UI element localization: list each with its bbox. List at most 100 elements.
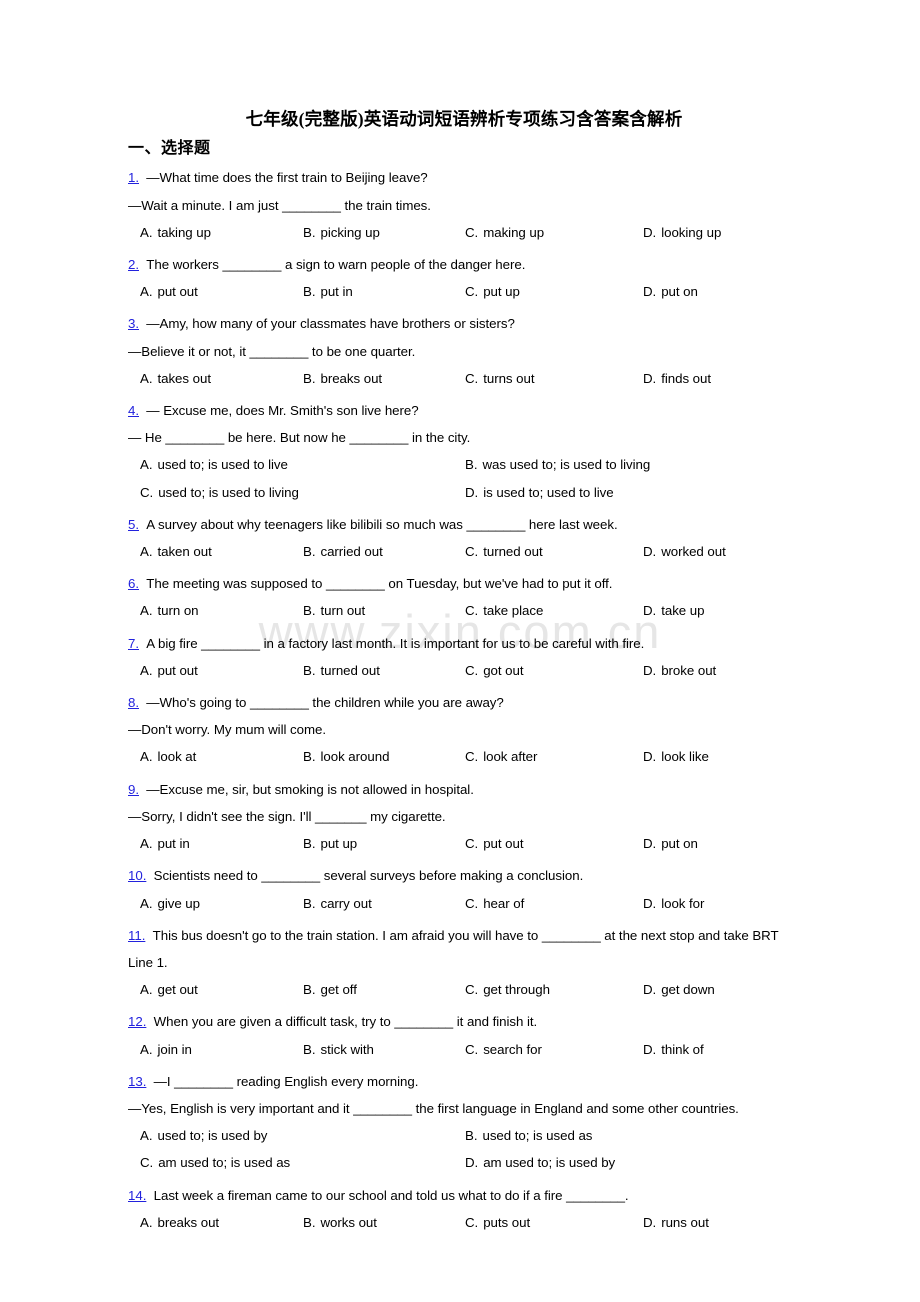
answer-option[interactable]: D. finds out [643,365,812,392]
answer-option[interactable]: B. put in [303,278,465,305]
option-letter: C. [465,982,479,998]
answer-option[interactable]: B. was used to; is used to living [465,451,805,478]
option-letter: B. [303,749,316,765]
answer-option[interactable]: A. used to; is used by [128,1122,465,1149]
option-text: look around [320,749,390,765]
answer-option[interactable]: A. put out [128,657,303,684]
option-text: turn out [320,603,366,619]
answer-option[interactable]: C. making up [465,219,643,246]
option-letter: A. [140,603,153,619]
answer-option[interactable]: A. takes out [128,365,303,392]
option-text: put out [157,284,198,300]
option-text: taking up [157,224,211,240]
answer-option[interactable]: B. stick with [303,1036,465,1063]
answer-option[interactable]: C. hear of [465,890,643,917]
answer-option[interactable]: A. turn on [128,597,303,624]
answer-option[interactable]: D. broke out [643,657,812,684]
question-item: 7. A big fire ________ in a factory last… [128,630,800,684]
option-letter: D. [643,1041,657,1057]
answer-option[interactable]: B. breaks out [303,365,465,392]
answer-option[interactable]: A. taking up [128,219,303,246]
answer-option[interactable]: A. used to; is used to live [128,451,465,478]
question-item: 9. —Excuse me, sir, but smoking is not a… [128,776,800,858]
answer-option[interactable]: D. think of [643,1036,812,1063]
answer-option[interactable]: D. worked out [643,538,812,565]
question-item: 12. When you are given a difficult task,… [128,1008,800,1062]
answer-option[interactable]: B. works out [303,1209,465,1236]
answer-option[interactable]: D. take up [643,597,812,624]
question-number: 2. [128,257,139,273]
answer-option[interactable]: D. looking up [643,219,812,246]
answer-option[interactable]: C. turns out [465,365,643,392]
option-text: put on [661,836,698,852]
answer-option[interactable]: D. put on [643,830,812,857]
answer-option[interactable]: A. put out [128,278,303,305]
answer-option[interactable]: C. look after [465,743,643,770]
option-letter: C. [465,749,479,765]
option-text: turned out [320,662,380,678]
option-text: get through [483,982,550,998]
option-text: takes out [157,370,211,386]
question-stem: —Who's going to ________ the children wh… [146,695,504,711]
answer-option[interactable]: A. taken out [128,538,303,565]
answer-option[interactable]: C. am used to; is used as [128,1149,465,1176]
answer-option[interactable]: C. put out [465,830,643,857]
option-text: runs out [661,1214,709,1230]
answer-option[interactable]: D. look like [643,743,812,770]
option-text: breaks out [157,1214,220,1230]
question-number: 13. [128,1073,147,1089]
answer-option[interactable]: A. get out [128,976,303,1003]
answer-option[interactable]: B. turn out [303,597,465,624]
answer-option[interactable]: C. put up [465,278,643,305]
question-number: 9. [128,781,139,797]
answer-option[interactable]: B. used to; is used as [465,1122,805,1149]
option-row: C. used to; is used to living D. is used to… [128,479,800,506]
option-text: used to; is used to live [157,457,288,473]
answer-option[interactable]: D. am used to; is used by [465,1149,805,1176]
option-text: was used to; is used to living [482,457,651,473]
question-item: 13. —I ________ reading English every mo… [128,1068,800,1177]
answer-option[interactable]: C. got out [465,657,643,684]
question-list: 1. —What time does the first train to Be… [128,164,800,1236]
answer-option[interactable]: C. turned out [465,538,643,565]
option-text: puts out [483,1214,531,1230]
option-row: A. put out B. turned out C. got out D. broke ou… [128,657,800,684]
answer-option[interactable]: A. breaks out [128,1209,303,1236]
answer-option[interactable]: D. put on [643,278,812,305]
question-text-line: —Yes, English is very important and it _… [128,1095,800,1122]
answer-option[interactable]: D. get down [643,976,812,1003]
answer-option[interactable]: C. get through [465,976,643,1003]
option-text: looking up [661,224,722,240]
question-stem: —Don't worry. My mum will come. [128,722,327,738]
answer-option[interactable]: B. carried out [303,538,465,565]
answer-option[interactable]: B. put up [303,830,465,857]
answer-option[interactable]: A. join in [128,1036,303,1063]
answer-option[interactable]: A. give up [128,890,303,917]
question-stem: When you are given a difficult task, try… [153,1014,538,1030]
answer-option[interactable]: B. picking up [303,219,465,246]
answer-option[interactable]: C. take place [465,597,643,624]
question-text-line: 5. A survey about why teenagers like bil… [128,511,800,538]
option-letter: D. [465,1155,479,1171]
answer-option[interactable]: C. search for [465,1036,643,1063]
option-row: A. give up B. carry out C. hear of D. look for [128,890,800,917]
option-letter: C. [465,544,479,560]
answer-option[interactable]: D. look for [643,890,812,917]
answer-option[interactable]: C. used to; is used to living [128,479,465,506]
answer-option[interactable]: A. put in [128,830,303,857]
answer-option[interactable]: D. runs out [643,1209,812,1236]
question-item: 3. —Amy, how many of your classmates hav… [128,310,800,392]
answer-option[interactable]: D. is used to; used to live [465,479,805,506]
answer-option[interactable]: B. get off [303,976,465,1003]
answer-option[interactable]: B. look around [303,743,465,770]
option-letter: A. [140,749,153,765]
answer-option[interactable]: B. turned out [303,657,465,684]
answer-option[interactable]: B. carry out [303,890,465,917]
option-letter: D. [643,749,657,765]
question-stem: —Believe it or not, it ________ to be on… [128,343,416,359]
answer-option[interactable]: C. puts out [465,1209,643,1236]
option-letter: B. [303,370,316,386]
option-letter: D. [643,603,657,619]
question-item: 1. —What time does the first train to Be… [128,164,800,246]
answer-option[interactable]: A. look at [128,743,303,770]
